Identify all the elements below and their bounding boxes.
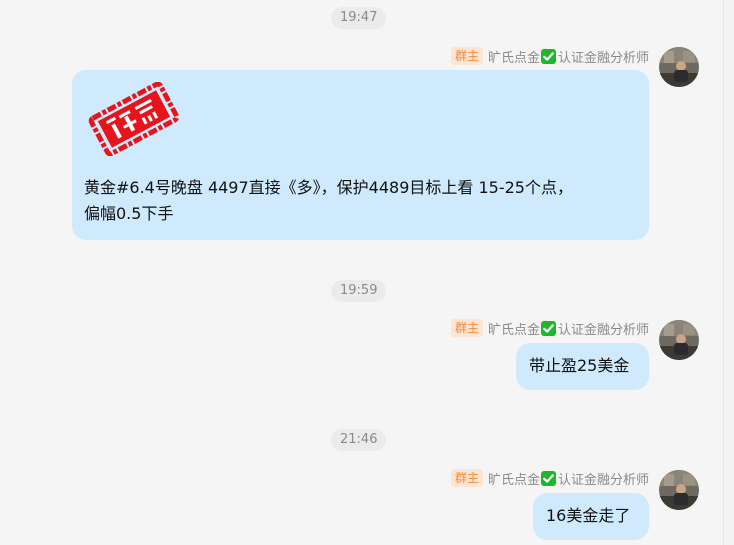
sender-row: 群主 旷氏点金 认证金融分析师 <box>450 46 649 66</box>
sender-title: 认证金融分析师 <box>557 472 649 488</box>
sender-row: 群主 旷氏点金 认证金融分析师 <box>450 468 649 488</box>
timestamp-divider: 19:59 <box>331 280 387 302</box>
check-mark-icon <box>540 470 556 486</box>
avatar[interactable] <box>659 470 699 510</box>
avatar[interactable] <box>659 47 699 87</box>
check-mark-icon <box>540 320 556 336</box>
sender-name-text: 旷氏点金 <box>487 50 540 66</box>
message-text: 黄金#6.4号晚盘 4497直接《多》，保护4489目标上看 15-25个点， … <box>84 175 644 227</box>
sender-row: 群主 旷氏点金 认证金融分析师 <box>450 318 649 338</box>
owner-badge: 群主 <box>450 469 483 487</box>
sender-name-text: 旷氏点金 <box>487 472 540 488</box>
message-bubble[interactable]: 注意 黄金#6.4号晚盘 4497直接《多》，保护4489目标上看 15-25个… <box>72 70 649 240</box>
owner-badge: 群主 <box>450 319 483 337</box>
message-bubble[interactable]: 16美金走了 <box>533 493 649 540</box>
sender-title: 认证金融分析师 <box>557 322 649 338</box>
avatar[interactable] <box>659 320 699 360</box>
timestamp-divider: 19:47 <box>331 7 387 29</box>
owner-badge: 群主 <box>450 47 483 65</box>
sender-name[interactable]: 旷氏点金 认证金融分析师 <box>488 47 649 66</box>
sender-name[interactable]: 旷氏点金 认证金融分析师 <box>488 469 649 488</box>
scrollbar-track[interactable] <box>723 0 734 545</box>
message-line: 偏幅0.5下手 <box>84 204 174 223</box>
message-line: 黄金#6.4号晚盘 4497直接《多》，保护4489目标上看 15-25个点， <box>84 178 573 197</box>
timestamp-divider: 21:46 <box>331 429 387 451</box>
sender-name[interactable]: 旷氏点金 认证金融分析师 <box>488 319 649 338</box>
check-mark-icon <box>540 48 556 64</box>
message-text: 16美金走了 <box>546 506 631 525</box>
attention-sticker: 注意 <box>84 81 184 157</box>
sender-title: 认证金融分析师 <box>557 50 649 66</box>
message-text: 带止盈25美金 <box>529 356 630 375</box>
message-bubble[interactable]: 带止盈25美金 <box>516 343 649 390</box>
sender-name-text: 旷氏点金 <box>487 322 540 338</box>
